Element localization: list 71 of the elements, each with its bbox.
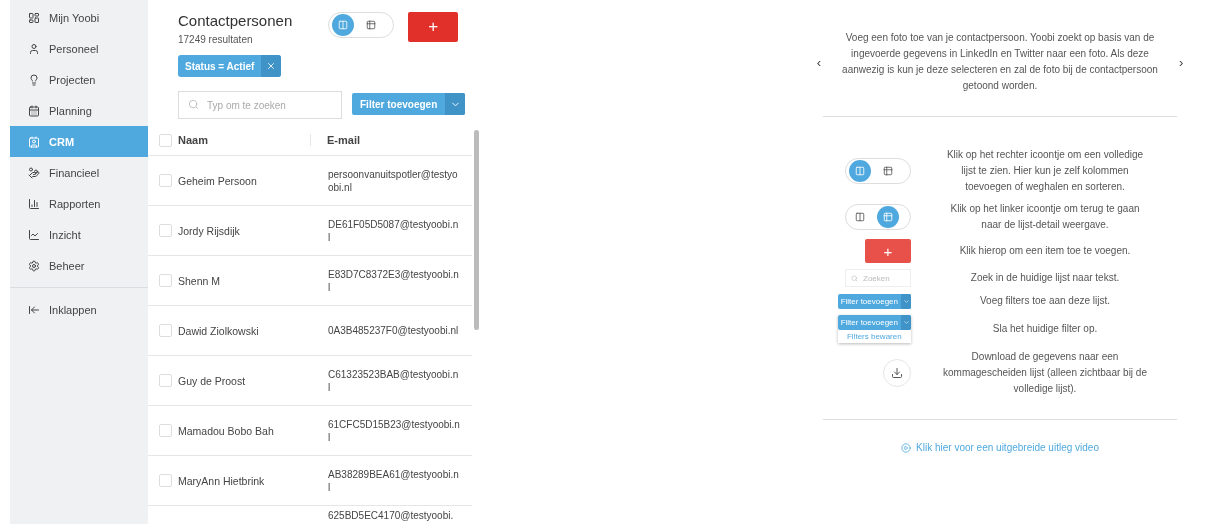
add-button-example: +	[865, 239, 911, 263]
table-cell-text: Shenn M	[178, 274, 222, 287]
filter-button-label: Filter toevoegen	[839, 318, 899, 327]
table-cell: AB38289BEA61@testyoobi.nl	[328, 467, 460, 494]
previous-arrow[interactable]: ‹	[816, 54, 821, 70]
sidebar-item[interactable]: Inzicht	[10, 219, 148, 250]
page-title: Contactpersonen	[178, 12, 293, 29]
table-cell: C61323523BAB@testyoobi.nl	[328, 367, 460, 394]
table-cell-text: 625BD5EC4170@testyoobi.	[328, 509, 455, 522]
row-checkbox[interactable]	[159, 374, 172, 387]
play-icon	[901, 442, 912, 453]
download-icon	[891, 367, 903, 379]
tip-text: Zoek in de huidige lijst naar tekst.	[969, 271, 1121, 285]
filter-button-example: Filter toevoegen	[837, 293, 911, 309]
line-chart-icon	[28, 228, 40, 241]
result-count: 17249 resultaten	[178, 34, 254, 45]
collapse-arrow-icon	[28, 303, 40, 316]
table-cell-text: Dawid Ziolkowski	[178, 324, 260, 337]
search-field[interactable]: Typ om te zoeken	[178, 91, 342, 119]
sidebar-item[interactable]: Personeel	[10, 33, 148, 64]
caret-icon[interactable]	[445, 93, 466, 115]
gear-icon	[28, 259, 40, 272]
dashboard-icon	[28, 11, 40, 24]
bar-chart-icon	[28, 197, 40, 210]
table-cell-text: Mamadou Bobo Bah	[178, 424, 275, 437]
column-header[interactable]: Naam	[178, 134, 310, 146]
sidebar-item[interactable]: Financieel	[10, 157, 148, 188]
sidebar-item[interactable]: Planning	[10, 95, 148, 126]
row-checkbox[interactable]	[159, 424, 172, 437]
tip-text: Klik hierop om een item toe te voegen.	[958, 244, 1132, 258]
row-checkbox[interactable]	[159, 174, 172, 187]
caret-icon	[901, 315, 911, 330]
contact-card-icon	[28, 135, 40, 148]
row-checkbox[interactable]	[159, 274, 172, 287]
tip-text: Klik op het rechter icoontje om een volledige lijst te zien. Hier kun je zelf kolommen toevoegen of weghalen en sorteren.	[945, 148, 1145, 194]
table-cell-text: persoonvanuitspotler@testyoobi.nl	[328, 167, 459, 194]
row-checkbox[interactable]	[159, 324, 172, 337]
sidebar-item[interactable]: Projecten	[10, 64, 148, 95]
sidebar-item[interactable]: Rapporten	[10, 188, 148, 219]
collapse-button[interactable]: Inklappen	[10, 294, 148, 325]
table-cell: 0A3B485237F0@testyoobi.nl	[328, 324, 460, 337]
row-checkbox[interactable]	[159, 474, 172, 487]
search-icon	[188, 99, 199, 110]
search-icon	[851, 274, 858, 282]
help-text: Voeg een foto toe van je contactpersoon. Yoobi zoekt op basis van de ingevoerde gegevens in LinkedIn en Twitter naar een foto. Als deze aanwezig is kun je deze selecteren en zal de foto bij de contactpersoon getoond worden.	[841, 31, 1159, 93]
table-cell-text: Geheim Persoon	[178, 174, 258, 187]
table-cell: E83D7C8372E3@testyoobi.nl	[328, 267, 460, 294]
tip-text: Download de gegevens naar een kommagescheiden lijst (alleen zichtbaar bij de volledige lijst).	[942, 350, 1148, 396]
tip-text: Voeg filters toe aan deze lijst.	[978, 294, 1112, 308]
caret-icon	[901, 293, 911, 309]
column-header[interactable]: E-mail	[310, 134, 472, 146]
hand-coins-icon	[28, 166, 40, 179]
select-all-checkbox[interactable]	[159, 133, 172, 147]
scrollbar[interactable]	[474, 130, 479, 330]
table-cell: 61CFC5D15B23@testyoobi.nl	[328, 417, 460, 444]
next-arrow[interactable]: ›	[1179, 54, 1184, 70]
search-field-example: Zoeken	[845, 269, 911, 287]
add-button[interactable]: +	[408, 12, 459, 42]
person-icon	[28, 42, 40, 55]
table-cell: DE61F05D5087@testyoobi.nl	[328, 217, 460, 244]
sidebar-item[interactable]: Beheer	[10, 250, 148, 281]
tip-text: Sla het huidige filter op.	[991, 322, 1099, 336]
lightbulb-icon	[28, 73, 40, 86]
close-icon[interactable]	[261, 55, 282, 77]
calendar-icon	[28, 104, 40, 117]
row-checkbox[interactable]	[159, 224, 172, 237]
table-cell-text: Jordy Rijsdijk	[178, 224, 241, 237]
sidebar-item[interactable]: Mijn Yoobi	[10, 2, 148, 33]
table-cell-text: MaryAnn Hietbrink	[178, 474, 266, 487]
tip-text: Klik op het linker icoontje om terug te gaan naar de lijst-detail weergave.	[949, 202, 1141, 232]
table-cell-text: Guy de Proost	[178, 374, 247, 387]
